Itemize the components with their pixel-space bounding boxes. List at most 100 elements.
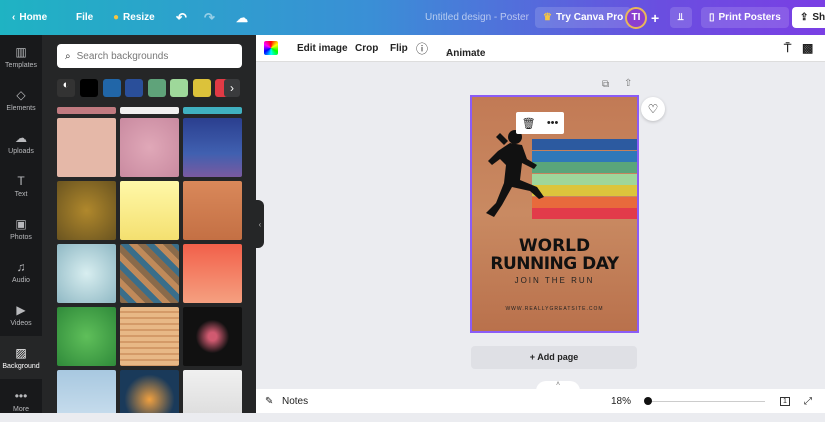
background-thumbnail[interactable] — [57, 118, 116, 177]
poster-url: WWW.REALLYGREATSITE.COM — [505, 306, 604, 312]
rail-label: Uploads — [8, 147, 34, 155]
search-icon: ⌕ — [65, 50, 71, 62]
search-input[interactable]: ⌕ Search backgrounds — [57, 44, 242, 68]
rail-item-templates[interactable]: ▥ Templates — [0, 35, 42, 78]
context-toolbar: Edit image Crop Flip ⓘ ◌ Animate ⍑ ▩ — [256, 35, 825, 62]
videos-icon: ▶ — [16, 302, 26, 317]
rail-label: Elements — [6, 104, 36, 112]
crown-icon: ● — [113, 12, 120, 23]
poster-subtitle: JOIN THE RUN — [514, 276, 595, 285]
swatches-next-button[interactable]: › — [224, 79, 240, 97]
print-icon: ▯ — [709, 12, 715, 23]
color-swatch[interactable] — [147, 79, 166, 97]
background-thumbnail[interactable] — [183, 244, 242, 303]
background-thumbnail[interactable] — [183, 118, 242, 177]
transparency-icon[interactable]: ▩ — [802, 41, 813, 55]
trash-icon[interactable]: 🗑 — [522, 117, 536, 130]
zoom-level[interactable]: 18% — [611, 396, 631, 407]
background-icon: ▨ — [15, 345, 27, 360]
design-title[interactable]: Untitled design - Poster — [425, 12, 529, 23]
search-placeholder: Search backgrounds — [76, 50, 169, 62]
zoom-slider[interactable] — [645, 401, 765, 402]
try-canva-pro-button[interactable]: ♛ Try Canva Pro — [535, 7, 632, 28]
background-thumbnail[interactable] — [57, 370, 116, 413]
color-picker-icon[interactable]: ◐ — [57, 79, 75, 97]
home-button[interactable]: ‹ Home — [12, 12, 47, 23]
rail-item-elements[interactable]: ◇ Elements — [0, 78, 42, 121]
background-thumbnail[interactable] — [183, 307, 242, 366]
background-thumbnail[interactable] — [57, 307, 116, 366]
collapse-panel-handle[interactable]: ‹ — [256, 200, 264, 248]
analytics-icon[interactable]: ⫫ — [670, 7, 692, 28]
color-swatch[interactable] — [80, 79, 98, 97]
rail-label: More — [13, 405, 29, 413]
add-page-icon[interactable]: ⇧ — [624, 78, 632, 89]
redo-button[interactable]: ↷ — [204, 10, 215, 26]
audio-icon: ♫ — [16, 259, 26, 274]
background-thumbnail[interactable] — [120, 244, 179, 303]
background-thumbnail[interactable] — [183, 370, 242, 413]
undo-button[interactable]: ↶ — [176, 10, 187, 26]
resize-button[interactable]: ● Resize — [113, 12, 155, 23]
color-swatch[interactable] — [192, 79, 211, 97]
background-thumbnail[interactable] — [120, 107, 179, 114]
share-icon: ⇪ — [800, 12, 809, 23]
zoom-slider-thumb[interactable] — [644, 397, 652, 405]
duplicate-page-icon[interactable]: ⧉ — [602, 79, 609, 90]
color-swatch[interactable] — [102, 79, 121, 97]
info-icon[interactable]: ⓘ — [416, 40, 428, 57]
cloud-save-icon[interactable]: ☁ — [236, 11, 248, 25]
color-swatch[interactable] — [125, 79, 143, 97]
crown-icon: ♛ — [543, 12, 552, 23]
background-thumbnail[interactable] — [120, 181, 179, 240]
color-icon[interactable] — [264, 41, 278, 55]
flip-button[interactable]: Flip — [390, 43, 408, 54]
background-thumbnail[interactable] — [183, 107, 242, 114]
rail-item-more[interactable]: ••• More — [0, 379, 42, 422]
templates-icon: ▥ — [15, 44, 27, 59]
element-actions: 🗑 ••• — [516, 112, 564, 134]
chevron-left-icon: ‹ — [12, 12, 16, 23]
backgrounds-panel: ⌕ Search backgrounds ◐ › — [42, 35, 256, 413]
add-collaborator-button[interactable]: + — [651, 10, 659, 26]
background-thumbnail[interactable] — [57, 244, 116, 303]
color-swatch[interactable] — [170, 79, 188, 97]
rail-label: Text — [14, 190, 28, 198]
rail-label: Videos — [10, 319, 32, 327]
poster-title-line2: RUNNING DAY — [490, 254, 619, 274]
add-page-button[interactable]: + Add page — [471, 346, 637, 369]
rail-label: Photos — [10, 233, 32, 241]
background-thumbnail[interactable] — [57, 107, 116, 114]
rail-item-videos[interactable]: ▶ Videos — [0, 293, 42, 336]
poster-title-line1: WORLD — [518, 236, 591, 256]
edit-image-button[interactable]: Edit image — [297, 43, 348, 54]
resize-label: Resize — [123, 12, 155, 23]
rail-item-photos[interactable]: ▣ Photos — [0, 207, 42, 250]
fullscreen-icon[interactable]: ⤢ — [804, 396, 812, 407]
background-thumbnail[interactable] — [183, 181, 242, 240]
background-thumbnail[interactable] — [57, 181, 116, 240]
poster-page[interactable]: 🗑 ••• WORLD RUNNING DAY JOIN THE RUN WWW.… — [470, 95, 639, 333]
more-options-icon[interactable]: ••• — [547, 117, 559, 129]
avatar[interactable]: TI — [625, 6, 647, 29]
crop-button[interactable]: Crop — [355, 43, 378, 54]
rail-item-uploads[interactable]: ☁ Uploads — [0, 121, 42, 164]
page-count[interactable]: 1 — [780, 396, 790, 406]
notes-icon[interactable]: ✎ — [265, 396, 273, 407]
background-thumbnail[interactable] — [120, 118, 179, 177]
comment-icon[interactable]: ♡ — [641, 97, 665, 121]
background-thumbnail[interactable] — [120, 307, 179, 366]
print-label: Print Posters — [718, 12, 781, 23]
background-thumbnail[interactable] — [120, 370, 179, 413]
file-menu[interactable]: File — [76, 12, 93, 23]
print-posters-button[interactable]: ▯ Print Posters — [701, 7, 789, 28]
paint-roller-icon[interactable]: ⍑ — [784, 41, 791, 56]
notes-button[interactable]: Notes — [282, 396, 308, 407]
rail-item-text[interactable]: T Text — [0, 164, 42, 207]
try-pro-label: Try Canva Pro — [555, 12, 624, 23]
rail-item-background[interactable]: ▨ Background — [0, 336, 42, 379]
rail-item-audio[interactable]: ♫ Audio — [0, 250, 42, 293]
photos-icon: ▣ — [15, 216, 27, 231]
uploads-icon: ☁ — [15, 130, 27, 145]
share-button[interactable]: ⇪ Sh — [792, 7, 825, 28]
